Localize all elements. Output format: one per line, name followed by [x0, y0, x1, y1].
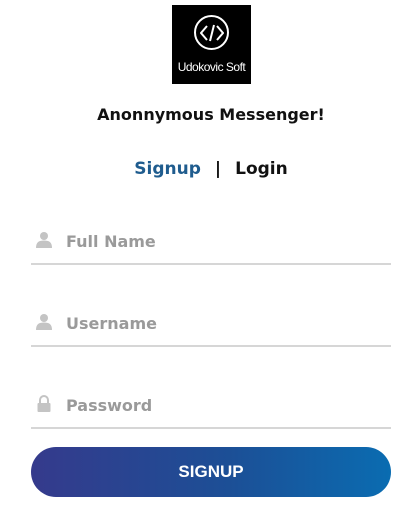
brand-name: Udokovic Soft	[177, 60, 246, 74]
lock-icon	[36, 395, 52, 413]
tab-separator: |	[214, 159, 222, 179]
password-input[interactable]	[66, 393, 386, 417]
brand-logo: Udokovic Soft	[172, 5, 251, 84]
tab-login[interactable]: Login	[235, 159, 288, 179]
page-title: Anonnymous Messenger!	[97, 105, 325, 124]
username-input[interactable]	[66, 311, 386, 335]
auth-tabs: Signup | Login	[0, 159, 407, 179]
tab-signup[interactable]: Signup	[134, 159, 201, 179]
code-brackets-icon	[194, 15, 229, 50]
username-field	[31, 311, 391, 347]
full-name-field	[31, 229, 391, 265]
signup-button[interactable]: SIGNUP	[31, 447, 391, 497]
password-field	[31, 393, 391, 429]
full-name-input[interactable]	[66, 229, 386, 253]
user-icon	[36, 313, 52, 331]
user-icon	[36, 231, 52, 249]
